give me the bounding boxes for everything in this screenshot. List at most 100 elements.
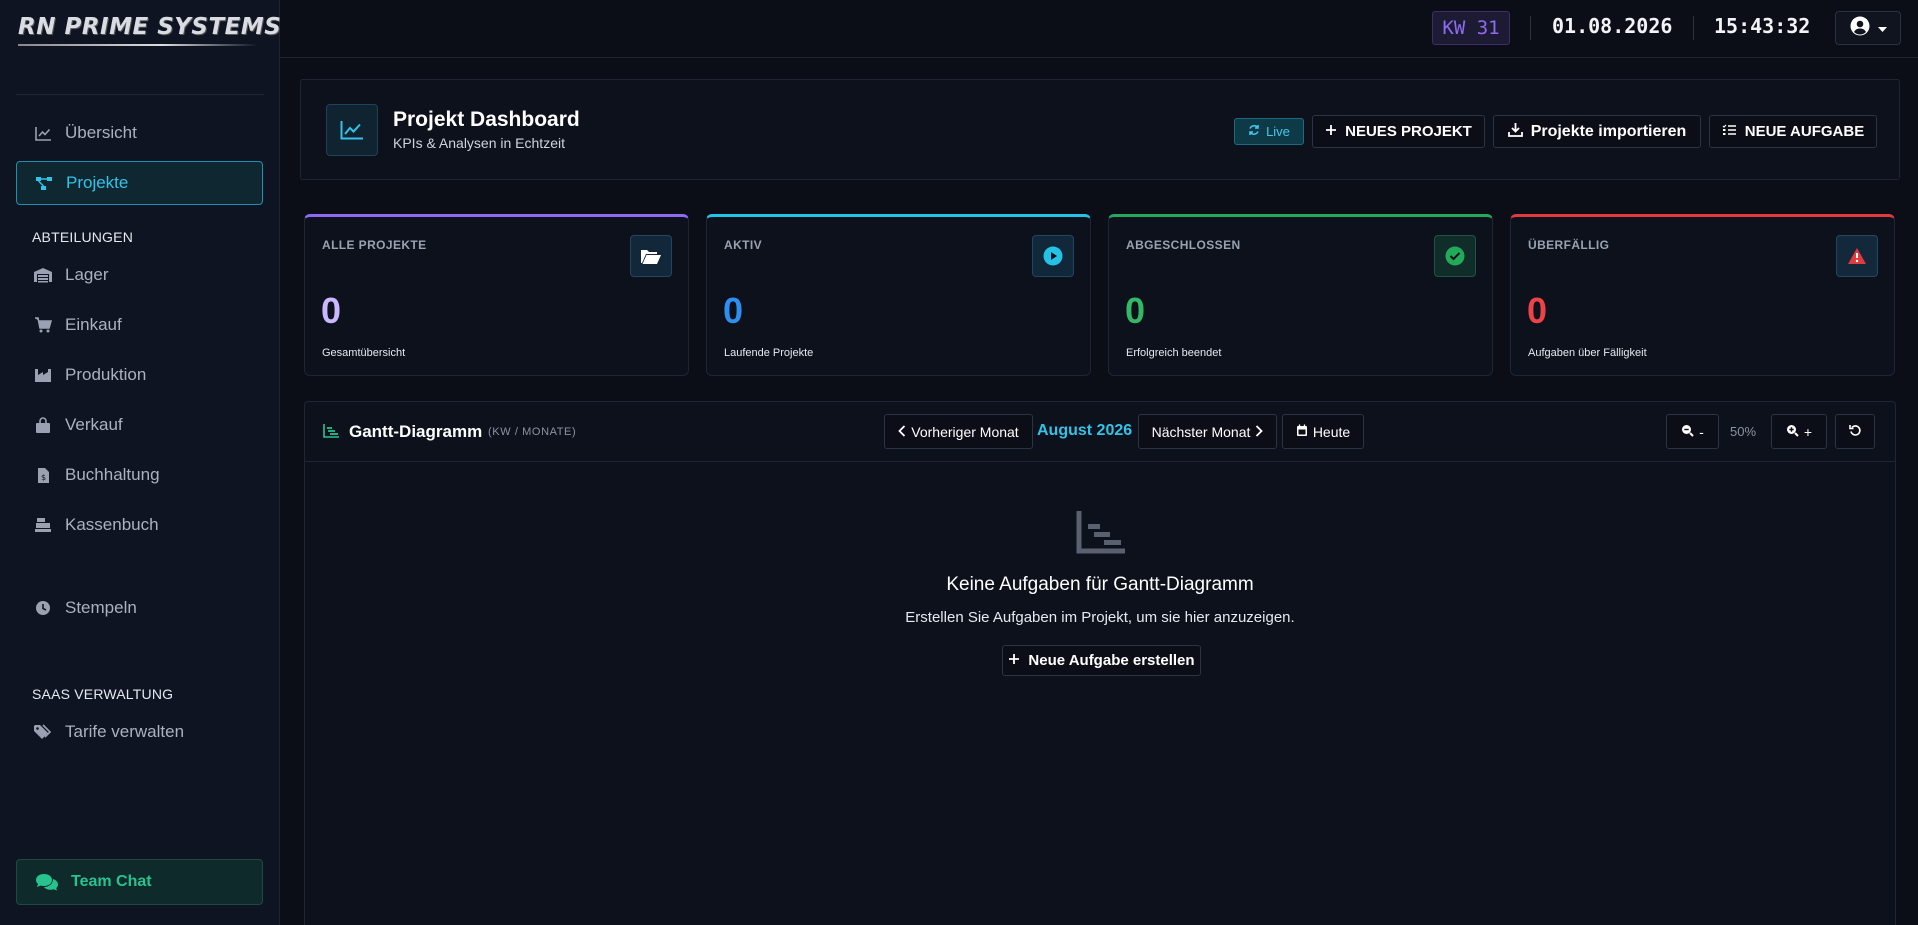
calendar-icon [1296, 424, 1308, 440]
dashboard-chart-icon [326, 104, 378, 156]
svg-text:$: $ [41, 473, 46, 482]
kpi-card-overdue[interactable]: ÜBERFÄLLIG 0 Aufgaben über Fälligkeit [1510, 214, 1895, 376]
project-diagram-icon [34, 176, 54, 191]
sidebar-item-label: Produktion [65, 365, 147, 384]
kpi-description: Aufgaben über Fälligkeit [1528, 347, 1647, 359]
zoom-in-button[interactable]: + [1771, 414, 1827, 449]
sidebar-item-tarife[interactable]: Tarife verwalten [16, 710, 263, 754]
kpi-label: AKTIV [724, 238, 762, 252]
kpi-value: 0 [1527, 290, 1548, 331]
import-projects-label: Projekte importieren [1530, 122, 1687, 140]
invoice-icon: $ [33, 467, 53, 484]
sidebar-item-verkauf[interactable]: Verkauf [16, 403, 263, 447]
caret-down-icon [1877, 19, 1887, 37]
sidebar: RN PRIME SYSTEMS Übersicht Projekte ABTE… [0, 0, 281, 925]
plus-icon [1008, 652, 1020, 669]
play-circle-icon [1032, 235, 1074, 277]
kpi-label: ABGESCHLOSSEN [1126, 238, 1241, 252]
comments-icon [35, 873, 59, 891]
section-label-abteilungen: ABTEILUNGEN [32, 229, 133, 245]
topbar-separator [1693, 16, 1694, 40]
zoom-in-icon [1786, 424, 1799, 440]
sidebar-item-uebersicht[interactable]: Übersicht [16, 111, 263, 155]
today-button[interactable]: Heute [1282, 414, 1364, 449]
next-month-label: Nächster Monat [1151, 423, 1251, 440]
current-time: 15:43:32 [1714, 14, 1811, 38]
sidebar-item-label: Lager [65, 265, 109, 284]
current-date: 01.08.2026 [1552, 14, 1673, 38]
sidebar-item-label: Tarife verwalten [65, 722, 185, 741]
sidebar-item-label: Einkauf [65, 315, 122, 334]
kpi-value: 0 [321, 290, 342, 331]
live-label: Live [1266, 124, 1290, 139]
sidebar-item-kassenbuch[interactable]: Kassenbuch [16, 503, 263, 547]
sidebar-item-label: Verkauf [65, 415, 123, 434]
empty-gantt-icon [1076, 510, 1126, 559]
live-badge[interactable]: Live [1234, 118, 1304, 145]
sidebar-item-einkauf[interactable]: Einkauf [16, 303, 263, 347]
logo-swoosh [18, 44, 258, 46]
sidebar-item-stempeln[interactable]: Stempeln [16, 586, 263, 630]
user-menu-button[interactable] [1835, 11, 1901, 45]
section-label-saas: SAAS VERWALTUNG [32, 686, 174, 702]
tags-icon [33, 724, 53, 740]
new-task-button[interactable]: NEUE AUFGABE [1709, 115, 1877, 148]
sidebar-divider [16, 94, 264, 95]
sidebar-item-produktion[interactable]: Produktion [16, 353, 263, 397]
chart-area-icon [323, 423, 340, 443]
chart-line-icon [33, 126, 53, 141]
kpi-card-completed[interactable]: ABGESCHLOSSEN 0 Erfolgreich beendet [1108, 214, 1493, 376]
kpi-description: Laufende Projekte [724, 347, 814, 359]
new-project-button[interactable]: NEUES PROJEKT [1312, 115, 1485, 148]
industry-icon [33, 367, 53, 383]
kpi-label: ÜBERFÄLLIG [1528, 238, 1610, 252]
sidebar-item-label: Buchhaltung [65, 465, 160, 484]
logo-text: RN PRIME SYSTEMS [18, 14, 282, 40]
empty-state-title: Keine Aufgaben für Gantt-Diagramm [946, 574, 1254, 595]
tasks-icon [1722, 123, 1737, 140]
reset-zoom-button[interactable] [1835, 414, 1875, 449]
new-task-label: NEUE AUFGABE [1744, 123, 1865, 140]
brand-logo[interactable]: RN PRIME SYSTEMS [18, 14, 281, 50]
create-task-button[interactable]: Neue Aufgabe erstellen [1002, 645, 1201, 676]
previous-month-button[interactable]: Vorheriger Monat [884, 414, 1033, 449]
zoom-out-icon [1681, 424, 1694, 440]
warehouse-icon [33, 267, 53, 283]
empty-state-subtitle: Erstellen Sie Aufgaben im Projekt, um si… [905, 609, 1295, 626]
create-task-label: Neue Aufgabe erstellen [1028, 652, 1195, 669]
topbar-separator [1530, 16, 1531, 40]
download-icon [1507, 122, 1523, 142]
kpi-value: 0 [723, 290, 744, 331]
folder-open-icon [630, 235, 672, 277]
sidebar-item-lager[interactable]: Lager [16, 253, 263, 297]
new-project-label: NEUES PROJEKT [1345, 123, 1472, 140]
zoom-out-button[interactable]: - [1666, 414, 1719, 449]
gantt-subtitle: (KW / MONATE) [488, 426, 577, 438]
kpi-description: Gesamtübersicht [322, 347, 406, 359]
chevron-left-icon [898, 424, 906, 440]
gantt-title: Gantt-Diagramm [349, 422, 483, 441]
shopping-bag-icon [33, 416, 53, 434]
next-month-button[interactable]: Nächster Monat [1138, 414, 1277, 449]
topbar: KW 31 01.08.2026 15:43:32 [280, 0, 1918, 58]
warning-triangle-icon [1836, 235, 1878, 277]
kpi-description: Erfolgreich beendet [1126, 347, 1222, 359]
sidebar-item-label: Projekte [66, 173, 129, 192]
import-projects-button[interactable]: Projekte importieren [1493, 115, 1701, 148]
clock-icon [33, 600, 53, 616]
plus-icon [1325, 123, 1337, 140]
sidebar-item-projekte[interactable]: Projekte [16, 161, 263, 205]
calendar-week-badge: KW 31 [1432, 11, 1510, 45]
kpi-label: ALLE PROJEKTE [322, 238, 427, 252]
cash-register-icon [33, 517, 53, 533]
page-title: Projekt Dashboard [393, 108, 580, 131]
undo-icon [1848, 424, 1862, 440]
user-circle-icon [1850, 16, 1870, 41]
kpi-card-active[interactable]: AKTIV 0 Laufende Projekte [706, 214, 1091, 376]
team-chat-button[interactable]: Team Chat [16, 859, 263, 905]
sync-icon [1248, 124, 1260, 139]
kpi-card-all-projects[interactable]: ALLE PROJEKTE 0 Gesamtübersicht [304, 214, 689, 376]
zoom-level: 50% [1730, 424, 1757, 439]
sidebar-item-buchhaltung[interactable]: $ Buchhaltung [16, 453, 263, 497]
sidebar-item-label: Übersicht [65, 123, 137, 142]
